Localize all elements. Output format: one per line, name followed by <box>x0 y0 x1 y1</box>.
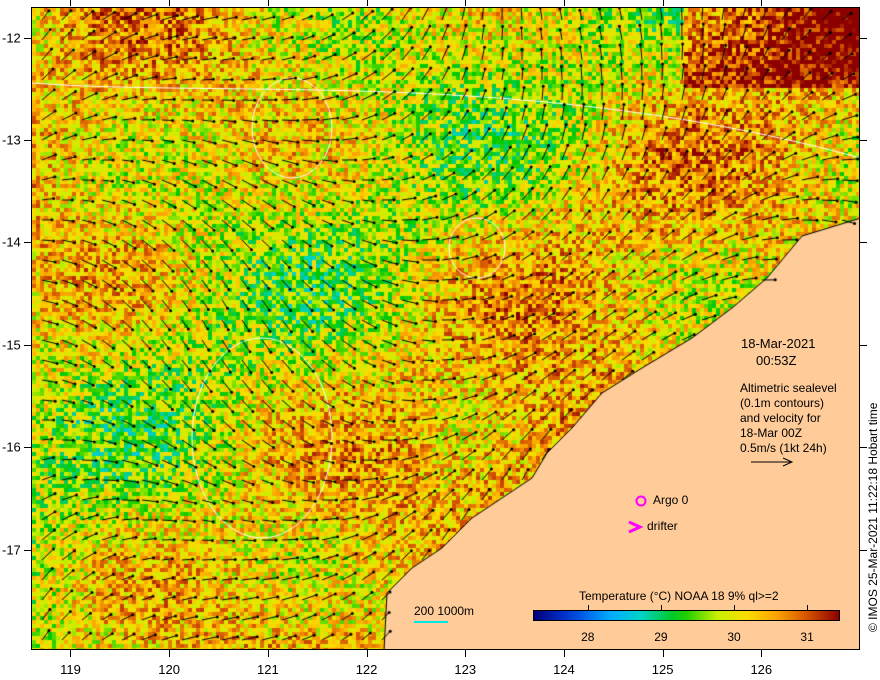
colorbar-tick <box>660 605 662 610</box>
x-tick <box>366 650 368 657</box>
sst-map[interactable] <box>31 7 860 650</box>
x-tick <box>169 650 171 657</box>
drifter-label: drifter <box>647 519 678 533</box>
depth-contour-swatch <box>414 621 448 623</box>
colorbar-tick <box>734 605 735 610</box>
x-tick <box>169 0 171 6</box>
x-tick <box>70 650 72 657</box>
drifter-chevron-icon <box>628 520 643 534</box>
x-tick-label: 124 <box>553 662 575 677</box>
x-tick-label: 122 <box>355 662 378 677</box>
x-tick-label: 125 <box>651 662 674 677</box>
y-tick <box>24 344 31 346</box>
colorbar-tick-label: 30 <box>727 630 741 644</box>
x-tick <box>761 0 763 6</box>
copyright-stamp: © IMOS 25-Mar-2021 11:22:18 Hobart time <box>866 402 880 632</box>
note-line: 0.5m/s (1kt 24h) <box>740 441 827 455</box>
y-tick <box>860 242 867 244</box>
altimetry-note: Altimetric sealevel (0.1m contours) and … <box>740 381 837 456</box>
y-tick-label: -17 <box>2 542 21 558</box>
note-line: 18-Mar 00Z <box>740 426 803 440</box>
colorbar-title: Temperature (°C) NOAA 18 9% ql>=2 <box>579 589 779 603</box>
x-tick-label: 121 <box>256 662 279 677</box>
colorbar-tick-label: 29 <box>654 630 668 644</box>
x-tick-label: 123 <box>454 662 477 677</box>
depth-scale-label: 200 1000m <box>414 604 475 618</box>
x-tick <box>761 650 763 657</box>
y-tick <box>860 344 867 346</box>
x-tick <box>662 650 664 657</box>
colorbar-tick-label: 28 <box>581 630 595 644</box>
velocity-scale-arrow-icon <box>751 457 794 467</box>
y-tick <box>24 242 31 244</box>
argo-label: Argo 0 <box>653 493 689 507</box>
colorbar-tick <box>587 605 589 610</box>
note-line: (0.1m contours) <box>740 396 825 410</box>
note-line: and velocity for <box>740 411 821 425</box>
x-tick <box>563 0 565 6</box>
temperature-colorbar <box>533 610 840 621</box>
argo-circle-icon <box>635 495 647 507</box>
x-tick <box>563 650 565 657</box>
x-tick <box>465 650 467 657</box>
x-tick-label: 120 <box>158 662 181 677</box>
y-tick-label: -15 <box>2 337 21 353</box>
x-tick <box>366 0 368 6</box>
x-tick <box>465 0 467 6</box>
date-label: 18-Mar-2021 <box>741 336 816 351</box>
y-tick <box>24 140 31 142</box>
sst-field-canvas <box>32 8 859 649</box>
y-tick <box>24 549 31 551</box>
y-tick <box>24 447 31 449</box>
time-label: 00:53Z <box>756 353 797 368</box>
x-tick <box>267 650 269 657</box>
x-tick <box>70 0 72 6</box>
y-tick <box>860 140 867 142</box>
colorbar-tick <box>807 605 809 610</box>
note-line: Altimetric sealevel <box>740 381 837 395</box>
colorbar-tick-label: 31 <box>800 630 814 644</box>
x-tick-label: 126 <box>750 662 773 677</box>
x-tick-label: 119 <box>60 662 81 677</box>
y-tick-label: -13 <box>2 132 21 148</box>
x-tick <box>662 0 664 6</box>
y-tick-label: -12 <box>2 30 21 46</box>
x-tick <box>267 0 269 6</box>
y-tick <box>24 37 31 39</box>
y-tick <box>860 37 867 39</box>
y-tick-label: -16 <box>2 439 21 455</box>
y-tick-label: -14 <box>2 234 21 250</box>
